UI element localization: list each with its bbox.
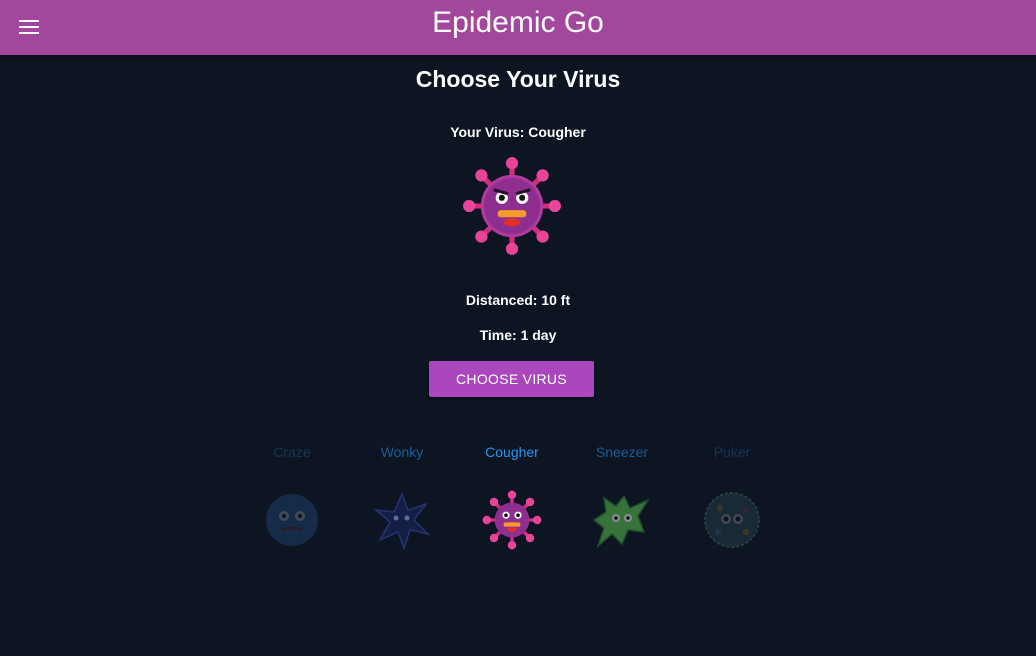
time-stat: Time: 1 day [479,327,557,343]
virus-card-craze[interactable]: Craze [237,440,347,560]
distance-stat: Distanced: 10 ft [465,292,571,308]
virus-name-sneezer: Sneezer [595,444,649,460]
cougher-virus-icon [482,490,542,550]
virus-name-puker: Puker [713,444,751,460]
virus-card-puker[interactable]: Puker [677,440,787,560]
page-title: Choose Your Virus [415,66,621,92]
cougher-virus-icon [463,157,561,255]
app-bar: Epidemic Go [0,0,1036,55]
app-title: Epidemic Go [432,6,604,39]
choose-virus-button[interactable]: CHOOSE VIRUS [429,361,594,397]
virus-name-cougher: Cougher [485,444,539,460]
virus-carousel: Craze Wonky Cougher Sneezer Puker [237,440,787,560]
virus-card-cougher[interactable]: Cougher [457,440,567,560]
virus-name-wonky: Wonky [380,444,424,460]
sneezer-virus-icon [592,494,650,549]
virus-card-sneezer[interactable]: Sneezer [567,440,677,560]
craze-virus-icon [266,494,318,546]
puker-virus-icon [704,492,760,548]
virus-name-craze: Craze [273,444,311,460]
wonky-virus-icon [373,492,431,550]
selected-virus-label: Your Virus: Cougher [450,124,586,140]
virus-card-wonky[interactable]: Wonky [347,440,457,560]
